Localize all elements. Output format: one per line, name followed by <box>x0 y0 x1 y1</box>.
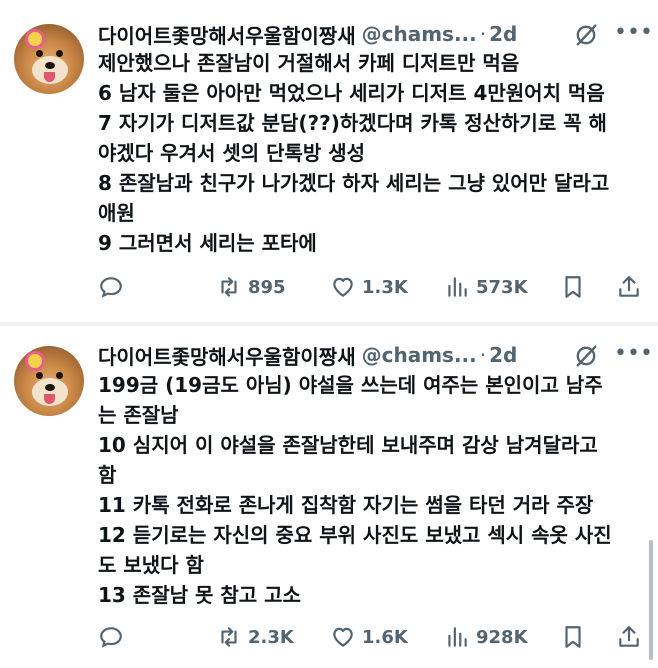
scrollbar[interactable] <box>649 540 653 660</box>
tweet-header: 다이어트좇망해서우울함이짱새 @chams... · 2d <box>98 20 517 48</box>
retweet-count: 895 <box>248 276 286 298</box>
tweet-2[interactable]: 다이어트좇망해서우울함이짱새 @chams... · 2d ••• 199금 (… <box>0 326 658 668</box>
avatar-eye-left <box>36 50 43 57</box>
tweet-line: 애원 <box>98 201 135 225</box>
avatar-eye-left <box>36 372 43 379</box>
tweet-line: 199금 (19금도 아님) 야설을 쓰는데 여주는 본인이고 남주 <box>98 373 603 397</box>
timestamp[interactable]: 2d <box>489 22 517 46</box>
views-button[interactable]: 928K <box>444 622 528 652</box>
grok-icon[interactable] <box>572 342 600 370</box>
retweet-count: 2.3K <box>248 626 294 648</box>
action-bar: 2.3K 1.6K 928K <box>98 622 643 652</box>
author-name[interactable]: 다이어트좇망해서우울함이짱새 <box>98 20 356 49</box>
avatar-nose <box>45 62 55 69</box>
like-button[interactable]: 1.6K <box>330 622 408 652</box>
retweet-button[interactable]: 895 <box>216 272 286 302</box>
avatar-eye-right <box>56 50 63 57</box>
tweet-line: 8 존잘남과 친구가 나가겠다 하자 세리는 그냥 있어만 달라고 <box>98 171 610 195</box>
action-bar: 895 1.3K 573K <box>98 272 643 302</box>
heart-icon <box>333 627 353 647</box>
separator-dot: · <box>479 343 487 367</box>
author-handle[interactable]: @chams... <box>362 22 477 46</box>
tweet-text: 199금 (19금도 아님) 야설을 쓰는데 여주는 본인이고 남주 는 존잘남… <box>98 370 643 610</box>
bookmark-icon <box>565 626 581 648</box>
heart-icon <box>333 277 353 297</box>
views-button[interactable]: 573K <box>444 272 528 302</box>
avatar[interactable] <box>14 24 84 94</box>
reply-icon <box>100 627 122 648</box>
author-name[interactable]: 다이어트좇망해서우울함이짱새 <box>98 341 356 370</box>
tweet-line: 함 <box>98 463 117 487</box>
separator-dot: · <box>479 22 487 46</box>
tweet-line: 제안했으나 존잘남이 거절해서 카페 디저트만 먹음 <box>98 51 520 75</box>
views-count: 928K <box>476 626 528 648</box>
share-icon <box>619 276 639 297</box>
tweet-line: 야겠다 우겨서 셋의 단톡방 생성 <box>98 141 366 165</box>
flower-decoration <box>28 32 42 46</box>
avatar[interactable] <box>14 346 84 416</box>
timestamp[interactable]: 2d <box>489 343 517 367</box>
grok-icon[interactable] <box>572 21 600 49</box>
views-count: 573K <box>476 276 528 298</box>
tweet-line: 11 카톡 전화로 존나게 집착함 자기는 썸을 타던 거라 주장 <box>98 493 594 517</box>
retweet-icon <box>221 277 237 297</box>
reply-button[interactable] <box>98 272 124 302</box>
tweet-text: 제안했으나 존잘남이 거절해서 카페 디저트만 먹음 6 남자 둘은 아아만 먹… <box>98 48 643 258</box>
bookmark-button[interactable] <box>560 272 586 302</box>
share-icon <box>619 626 639 647</box>
tweet-line: 도 보냈다 함 <box>98 553 204 577</box>
tweet-1[interactable]: 다이어트좇망해서우울함이짱새 @chams... · 2d ••• 제안했으나 … <box>0 0 658 322</box>
tweet-line: 9 그러면서 세리는 포타에 <box>98 231 317 255</box>
more-icon[interactable]: ••• <box>614 341 653 367</box>
tweet-line: 10 심지어 이 야설을 존잘남한테 보내주며 감상 남겨달라고 <box>98 433 598 457</box>
share-button[interactable] <box>616 622 642 652</box>
more-icon[interactable]: ••• <box>614 20 653 46</box>
tweet-line: 13 존잘남 못 참고 고소 <box>98 583 301 607</box>
flower-decoration <box>28 354 42 368</box>
like-count: 1.6K <box>362 626 408 648</box>
views-icon <box>448 277 467 297</box>
tweet-line: 는 존잘남 <box>98 403 179 427</box>
reply-icon <box>100 277 122 298</box>
tweet-line: 7 자기가 디저트값 분담(??)하겠다며 카톡 정산하기로 꼭 해 <box>98 111 607 135</box>
tweet-header: 다이어트좇망해서우울함이짱새 @chams... · 2d <box>98 341 517 369</box>
author-handle[interactable]: @chams... <box>362 343 477 367</box>
avatar-eye-right <box>56 372 63 379</box>
tweet-line: 12 듣기로는 자신의 중요 부위 사진도 보냈고 섹시 속옷 사진 <box>98 523 612 547</box>
bookmark-icon <box>565 276 581 298</box>
share-button[interactable] <box>616 272 642 302</box>
retweet-icon <box>221 627 237 647</box>
views-icon <box>448 627 467 647</box>
reply-button[interactable] <box>98 622 124 652</box>
tweet-line: 6 남자 둘은 아아만 먹었으나 세리가 디저트 4만원어치 먹음 <box>98 81 605 105</box>
retweet-button[interactable]: 2.3K <box>216 622 294 652</box>
avatar-nose <box>45 384 55 391</box>
like-count: 1.3K <box>362 276 408 298</box>
bookmark-button[interactable] <box>560 622 586 652</box>
like-button[interactable]: 1.3K <box>330 272 408 302</box>
